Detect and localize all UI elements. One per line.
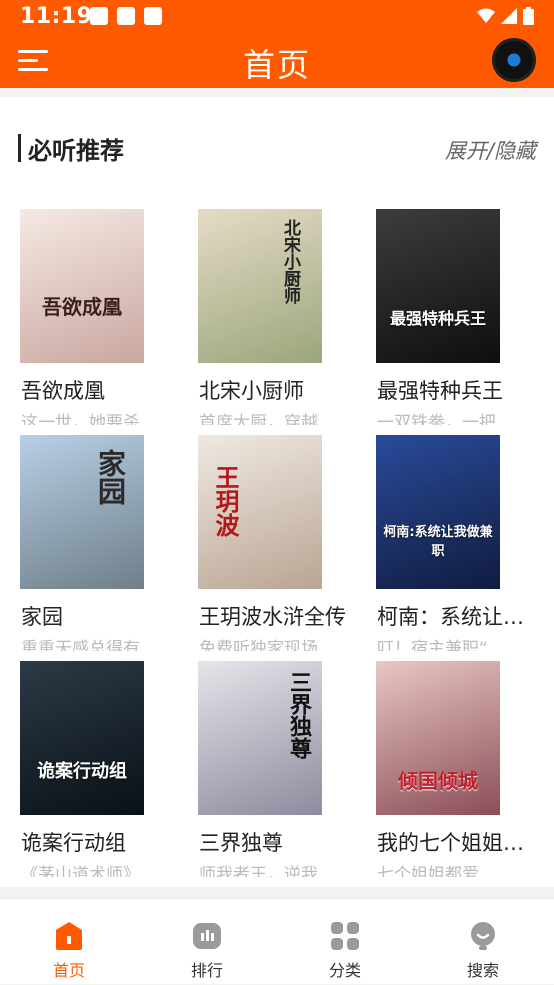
book-title: 柯南：系统让我做兼职 — [377, 605, 533, 629]
book-card[interactable]: 柯南:系统让我做兼职 柯南：系统让我做兼职 叮！宿主兼职“ — [376, 435, 536, 655]
book-cover: 诡案行动组 — [20, 661, 144, 815]
book-card[interactable]: 王玥波 王玥波水浒全传 免费听独家现场 — [198, 435, 358, 655]
nav-item-ranking[interactable]: 排行 — [138, 899, 276, 985]
section-header: 必听推荐 展开/隐藏 — [0, 97, 554, 197]
category-icon — [331, 922, 359, 950]
book-title: 诡案行动组 — [21, 831, 126, 855]
page-title: 首页 — [242, 46, 311, 84]
book-desc: 免费听独家现场 — [199, 639, 318, 651]
book-cover: 倾国倾城 — [376, 661, 500, 815]
status-bar: 11:19 — [0, 0, 554, 32]
book-title: 北宋小厨师 — [199, 379, 304, 403]
notification-icon — [117, 7, 135, 25]
book-card[interactable]: 倾国倾城 我的七个姐姐倾国倾城 七个姐姐都爱 — [376, 661, 536, 881]
book-desc: 重重天感总得有 — [21, 639, 140, 651]
book-desc: 首席大厨，穿越 — [199, 413, 318, 425]
cover-title: 北宋小厨师 — [280, 219, 300, 304]
book-card[interactable]: 家园 家园 重重天感总得有 — [20, 435, 180, 655]
book-cover: 三界独尊 — [198, 661, 322, 815]
record-icon[interactable] — [492, 38, 536, 82]
book-card[interactable]: 北宋小厨师 北宋小厨师 首席大厨，穿越 — [198, 209, 358, 429]
book-cover: 吾欲成凰 — [20, 209, 144, 363]
bottom-nav: 首页 排行 分类 搜索 — [0, 898, 554, 984]
section-marker — [18, 134, 21, 162]
book-card[interactable]: 最强特种兵王 最强特种兵王 一双铁拳，一把 — [376, 209, 536, 429]
book-title: 最强特种兵王 — [377, 379, 503, 403]
book-cover: 家园 — [20, 435, 144, 589]
wifi-icon — [477, 8, 495, 23]
battery-icon — [523, 7, 534, 25]
cover-title: 倾国倾城 — [398, 769, 478, 793]
home-icon — [56, 922, 82, 950]
book-card[interactable]: 三界独尊 三界独尊 师我者王，逆我 — [198, 661, 358, 881]
book-desc: 这一世，她要杀 — [21, 413, 140, 425]
nav-label: 分类 — [328, 961, 361, 980]
cover-title: 家园 — [94, 449, 127, 505]
app-bar: 首页 — [0, 32, 554, 88]
signal-icon — [501, 8, 517, 24]
book-desc: 《茅山道术师》 — [21, 865, 140, 877]
book-desc: 一双铁拳，一把 — [377, 413, 496, 425]
book-card[interactable]: 吾欲成凰 吾欲成凰 这一世，她要杀 — [20, 209, 180, 429]
search-icon — [471, 922, 495, 950]
ranking-icon — [193, 923, 221, 949]
book-title: 吾欲成凰 — [21, 379, 105, 403]
nav-item-category[interactable]: 分类 — [276, 899, 414, 985]
notification-icon — [144, 7, 162, 25]
book-title: 我的七个姐姐倾国倾城 — [377, 831, 533, 855]
book-title: 王玥波水浒全传 — [199, 605, 346, 629]
cover-title: 柯南:系统让我做兼职 — [383, 525, 493, 559]
nav-label: 排行 — [190, 961, 223, 980]
book-cover: 王玥波 — [198, 435, 322, 589]
expand-collapse-toggle[interactable]: 展开/隐藏 — [445, 135, 536, 165]
book-card[interactable]: 诡案行动组 诡案行动组 《茅山道术师》 — [20, 661, 180, 881]
section-title: 必听推荐 — [28, 137, 124, 165]
nav-item-home[interactable]: 首页 — [0, 899, 138, 985]
book-cover: 最强特种兵王 — [376, 209, 500, 363]
book-desc: 叮！宿主兼职“ — [377, 639, 488, 651]
status-time: 11:19 — [20, 4, 93, 29]
nav-label: 首页 — [52, 961, 85, 980]
notification-icon — [90, 7, 108, 25]
book-cover: 柯南:系统让我做兼职 — [376, 435, 500, 589]
main-content: 必听推荐 展开/隐藏 吾欲成凰 吾欲成凰 这一世，她要杀 北宋小厨师 北宋小厨师… — [0, 97, 554, 887]
book-desc: 七个姐姐都爱 — [377, 865, 479, 877]
book-cover: 北宋小厨师 — [198, 209, 322, 363]
book-title: 家园 — [21, 605, 63, 629]
book-desc: 师我者王，逆我 — [199, 865, 318, 877]
nav-label: 搜索 — [466, 961, 499, 980]
cover-title: 王玥波 — [211, 465, 239, 537]
nav-item-search[interactable]: 搜索 — [414, 899, 552, 985]
system-icons — [477, 7, 534, 25]
cover-title: 诡案行动组 — [37, 761, 127, 782]
cover-title: 三界独尊 — [286, 671, 311, 759]
cover-title: 最强特种兵王 — [389, 309, 486, 328]
cover-title: 吾欲成凰 — [42, 295, 122, 319]
book-title: 三界独尊 — [199, 831, 283, 855]
